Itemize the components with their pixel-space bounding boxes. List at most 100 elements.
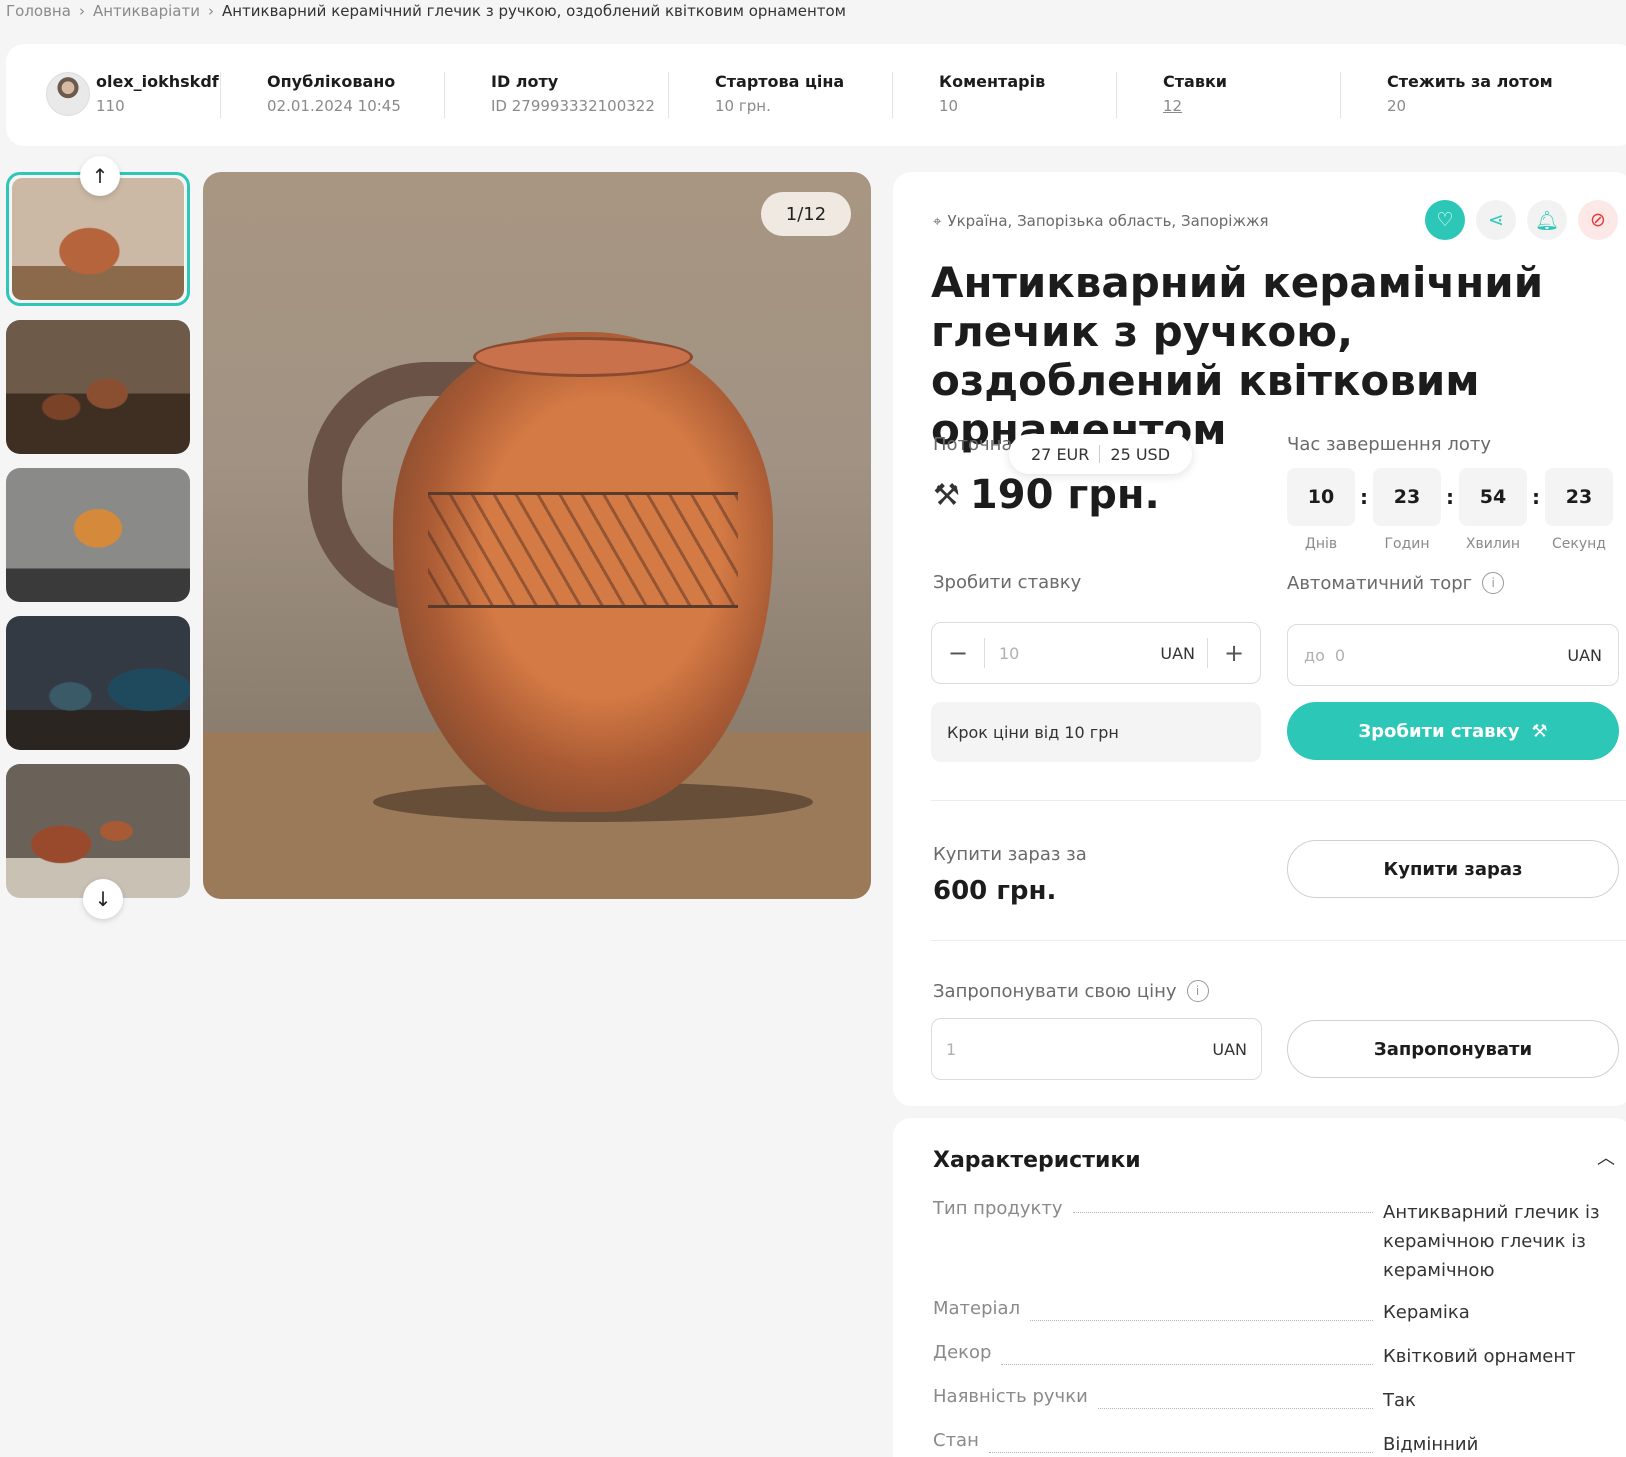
- location-text: Україна, Запорізька область, Запоріжжя: [947, 212, 1269, 230]
- bids-link[interactable]: 12: [1163, 97, 1227, 115]
- spec-key: Наявність ручки: [933, 1386, 1088, 1407]
- block-icon[interactable]: ⊘: [1578, 200, 1618, 240]
- offer-price-input[interactable]: 1 UAN: [931, 1018, 1262, 1080]
- offer-label: Запропонувати свою ціну i: [933, 980, 1209, 1002]
- autobid-currency: UAN: [1567, 645, 1602, 665]
- avatar[interactable]: [46, 72, 90, 116]
- comments-label: Коментарів: [939, 72, 1046, 91]
- gavel-icon: ⚒: [1531, 720, 1548, 742]
- share-icon[interactable]: ⋖: [1476, 200, 1516, 240]
- timer-unit: Хвилин: [1465, 536, 1521, 552]
- autobid-prefix: до: [1304, 645, 1325, 665]
- bell-icon[interactable]: 🔔︎: [1527, 200, 1567, 240]
- spec-value: Квітковий орнамент: [1383, 1346, 1576, 1367]
- buy-now-label: Купити зараз за: [933, 844, 1087, 865]
- divider: [444, 72, 445, 118]
- divider: [1116, 72, 1117, 118]
- lot-panel: ⌖ Україна, Запорізька область, Запоріжжя…: [893, 172, 1626, 1106]
- offer-button[interactable]: Запропонувати: [1287, 1020, 1619, 1078]
- timer-days: 10 Днів: [1287, 468, 1355, 552]
- timer-value: 10: [1287, 468, 1355, 526]
- timer-separator: :: [1360, 485, 1368, 509]
- spec-value: Антикварний глечик із керамічною глечик …: [1383, 1202, 1600, 1281]
- bid-amount-input[interactable]: 10: [999, 644, 1019, 663]
- seller-rating: 110: [96, 97, 125, 115]
- buy-now-price: 600 грн.: [933, 876, 1057, 906]
- price-step-note: Крок ціни від 10 грн: [931, 702, 1261, 762]
- seller-name[interactable]: olex_iokhskdf: [96, 72, 219, 91]
- autobid-value[interactable]: 0: [1335, 646, 1345, 665]
- breadcrumb-category[interactable]: Антикваріати: [93, 2, 200, 20]
- divider: [668, 72, 669, 118]
- current-price-label: Поточна: [933, 434, 1013, 455]
- bids-info: Ставки 12: [1163, 72, 1227, 115]
- minus-icon[interactable]: −: [932, 623, 984, 683]
- divider: [1340, 72, 1341, 118]
- specs-title: Характеристики: [933, 1148, 1141, 1173]
- current-price-value: 190 грн.: [969, 472, 1160, 518]
- arrow-up-icon[interactable]: ↑: [80, 156, 120, 196]
- thumbnail-5[interactable]: [6, 764, 190, 898]
- spec-row: Стан Відмінний: [933, 1430, 1613, 1457]
- timer-hours: 23 Годин: [1373, 468, 1441, 552]
- lot-id-info: ID лоту ID 279993332100322: [491, 72, 655, 115]
- main-product-image[interactable]: 1/12: [203, 172, 871, 899]
- location-pin-icon: ⌖: [933, 212, 942, 230]
- spec-row: Матеріал Кераміка: [933, 1298, 1613, 1327]
- offer-currency: UAN: [1212, 1039, 1247, 1059]
- autobid-label-text: Автоматичний торг: [1287, 572, 1473, 594]
- dotted-leader: [1072, 1212, 1373, 1213]
- spec-value: Відмінний: [1383, 1434, 1479, 1455]
- bid-amount-stepper[interactable]: − 10 UAN +: [931, 622, 1261, 684]
- specifications-section: Характеристики ︿ Тип продукту Антикварни…: [893, 1118, 1626, 1457]
- offer-placeholder[interactable]: 1: [946, 1040, 956, 1059]
- timer-value: 23: [1373, 468, 1441, 526]
- buy-now-button[interactable]: Купити зараз: [1287, 840, 1619, 898]
- published-label: Опубліковано: [267, 72, 396, 91]
- spec-key: Стан: [933, 1430, 979, 1451]
- spec-row: Декор Квітковий орнамент: [933, 1342, 1613, 1371]
- thumbnail-4[interactable]: [6, 616, 190, 750]
- bid-label: Зробити ставку: [933, 572, 1081, 593]
- arrow-down-icon[interactable]: ↓: [83, 879, 123, 919]
- timer-separator: :: [1532, 485, 1540, 509]
- spec-value: Так: [1383, 1390, 1416, 1411]
- timer-value: 54: [1459, 468, 1527, 526]
- timer-seconds: 23 Секунд: [1545, 468, 1613, 552]
- spec-key: Матеріал: [933, 1298, 1021, 1319]
- spec-key: Декор: [933, 1342, 992, 1363]
- start-price-label: Стартова ціна: [715, 72, 845, 91]
- info-icon[interactable]: i: [1482, 572, 1505, 594]
- seller-info[interactable]: olex_iokhskdf 110: [96, 72, 219, 115]
- divider: [931, 940, 1626, 941]
- published-value: 02.01.2024 10:45: [267, 97, 401, 115]
- place-bid-button[interactable]: Зробити ставку ⚒: [1287, 702, 1619, 760]
- image-counter: 1/12: [761, 192, 851, 236]
- current-price: ⚒ 190 грн.: [933, 472, 1160, 518]
- breadcrumb-home[interactable]: Головна: [6, 2, 71, 20]
- info-icon[interactable]: i: [1186, 980, 1209, 1002]
- dotted-leader: [1030, 1298, 1373, 1321]
- thumbnail-image: [12, 178, 184, 300]
- divider: [931, 800, 1626, 801]
- bid-currency: UAN: [1160, 643, 1195, 663]
- offer-label-text: Запропонувати свою ціну: [933, 980, 1177, 1002]
- divider: [220, 72, 221, 118]
- timer-value: 23: [1545, 468, 1613, 526]
- timer-unit: Днів: [1304, 536, 1338, 552]
- thumbnail-3[interactable]: [6, 468, 190, 602]
- thumbnail-2[interactable]: [6, 320, 190, 454]
- autobid-input[interactable]: до 0 UAN: [1287, 624, 1619, 686]
- watchers-info: Стежить за лотом 20: [1387, 72, 1553, 115]
- divider: [1099, 445, 1101, 463]
- heart-icon[interactable]: ♡: [1425, 200, 1465, 240]
- watchers-value: 20: [1387, 97, 1407, 115]
- chevron-up-icon[interactable]: ︿: [1597, 1144, 1615, 1170]
- divider: [892, 72, 893, 118]
- timer-unit: Годин: [1384, 536, 1430, 552]
- action-icons: ♡ ⋖ 🔔︎ ⊘: [1425, 200, 1618, 240]
- timer-unit: Секунд: [1552, 536, 1606, 552]
- plus-icon[interactable]: +: [1208, 623, 1260, 683]
- dotted-leader: [1097, 1386, 1373, 1409]
- timer-label: Час завершення лоту: [1287, 434, 1491, 455]
